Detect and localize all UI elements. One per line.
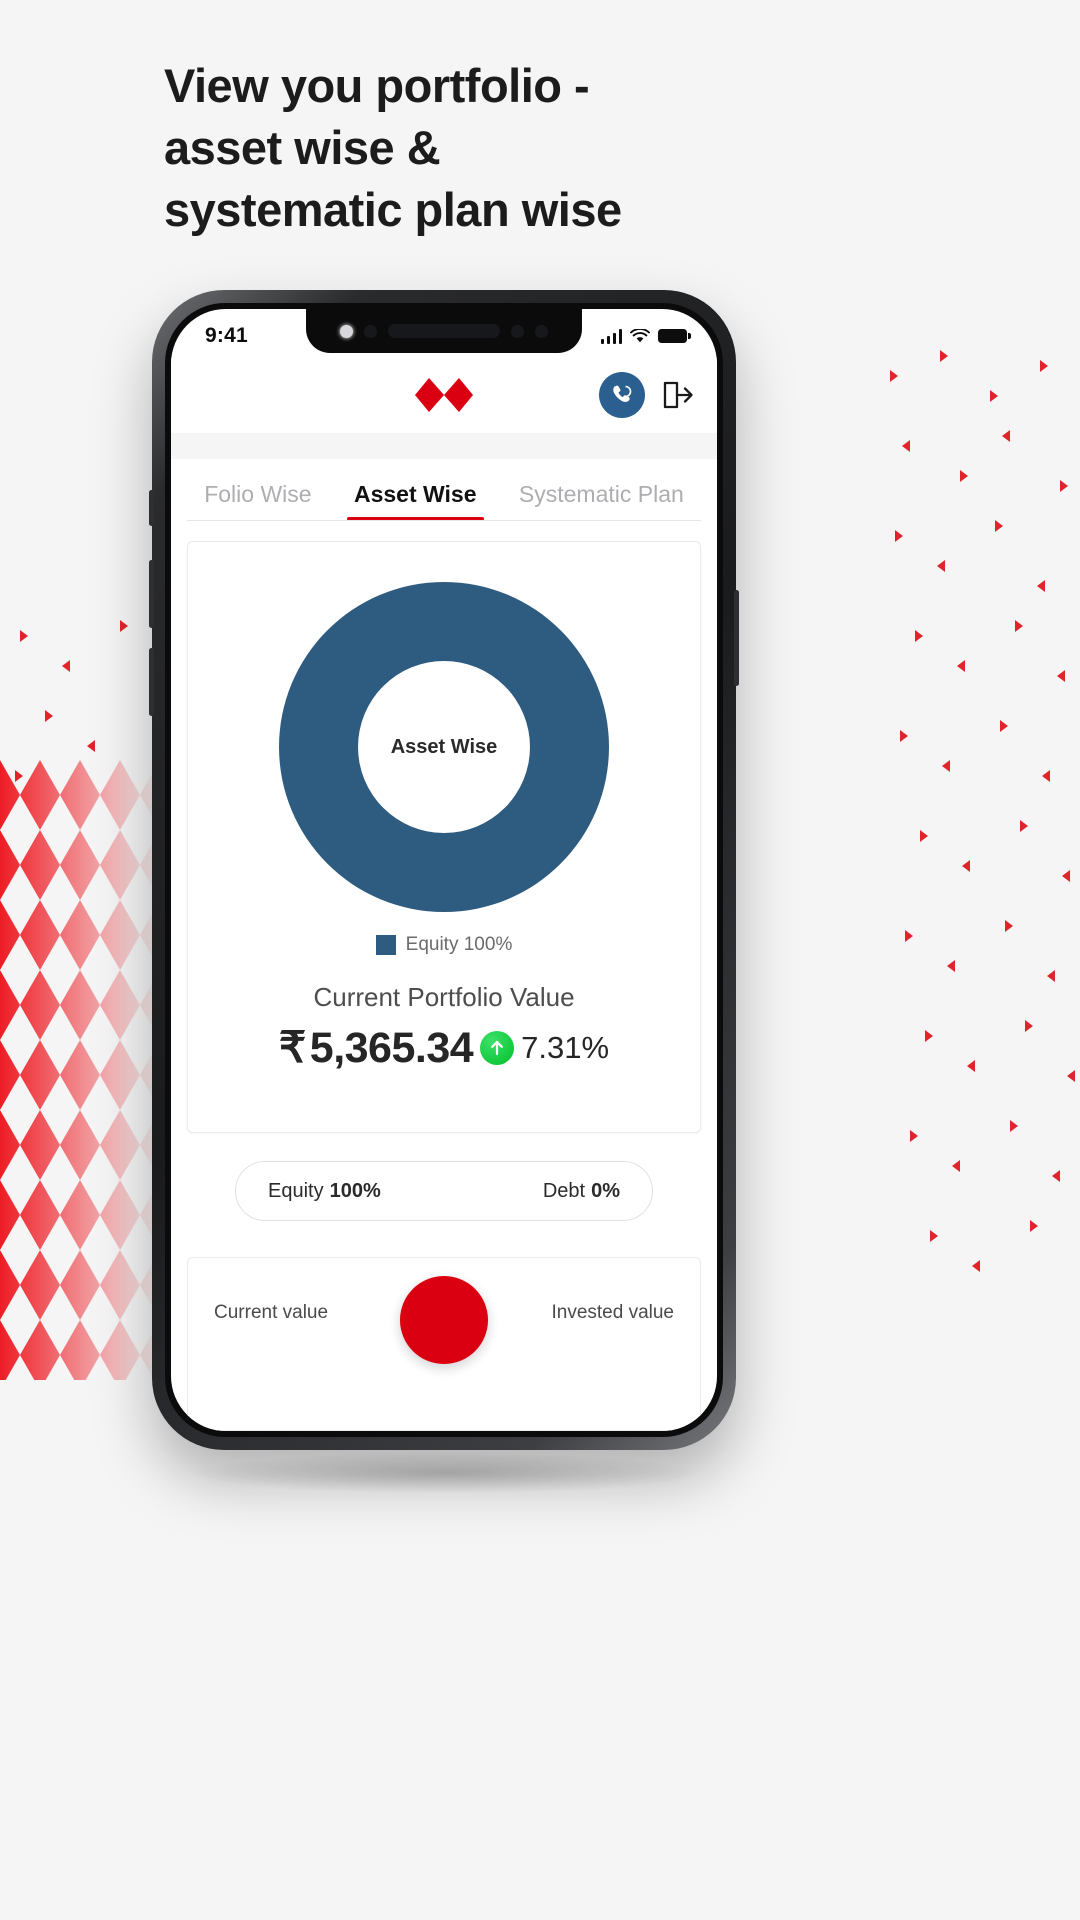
decorative-triangle-pattern-left	[0, 760, 160, 1380]
donut-center: Asset Wise	[358, 661, 530, 833]
tab-systematic-plan[interactable]: Systematic Plan	[498, 481, 705, 521]
legend-label-equity: Equity 100%	[405, 934, 513, 955]
notch-sensor-dot-2	[511, 324, 524, 338]
phone-drop-shadow	[190, 1452, 700, 1494]
headline-line-1: View you portfolio -	[164, 59, 590, 112]
portfolio-value-amount: 5,365.34	[309, 1023, 474, 1072]
headline-line-2: asset wise &	[164, 121, 441, 174]
floating-action-button[interactable]	[400, 1276, 488, 1364]
phone-bezel: 9:41 Folio Wise Asset Wise Systematic Pl…	[165, 303, 723, 1437]
page-headline: View you portfolio - asset wise & system…	[164, 55, 904, 241]
tabs-underline	[187, 520, 701, 521]
phone-notch	[306, 309, 582, 353]
allocation-equity: Equity 100%	[268, 1180, 381, 1203]
phone-power-button	[734, 590, 739, 686]
app-header	[171, 357, 717, 433]
asset-wise-chart-card: Asset Wise Equity 100% Current Portfolio…	[187, 541, 701, 1133]
current-value-label: Current value	[214, 1302, 329, 1323]
cellular-signal-icon	[600, 328, 622, 344]
allocation-debt-value: 0%	[591, 1179, 620, 1202]
portfolio-view-tabs: Folio Wise Asset Wise Systematic Plan	[171, 459, 717, 521]
notch-sensor-dot	[340, 324, 353, 338]
phone-mute-switch	[149, 490, 154, 526]
legend-swatch-equity	[375, 935, 396, 955]
decorative-arrow-dots-right	[890, 350, 1075, 1272]
allocation-equity-value: 100%	[329, 1179, 381, 1202]
headline-line-3: systematic plan wise	[164, 183, 622, 236]
allocation-debt: Debt 0%	[543, 1180, 620, 1203]
header-actions	[599, 372, 695, 418]
notch-camera-dot	[364, 324, 377, 338]
hsbc-hexagon-logo	[415, 378, 473, 412]
arrow-up-circle-icon	[480, 1031, 515, 1065]
wifi-icon	[630, 328, 650, 342]
phone-volume-down-button	[149, 648, 154, 716]
invested-value-label: Invested value	[551, 1302, 674, 1323]
donut-center-label: Asset Wise	[390, 735, 498, 758]
allocation-equity-label: Equity	[268, 1179, 324, 1202]
current-portfolio-value-row: ₹ 5,365.34 7.31%	[188, 1023, 700, 1073]
status-bar-icons	[600, 328, 691, 344]
decorative-arrow-dots-left	[15, 620, 128, 782]
tab-asset-wise[interactable]: Asset Wise	[333, 481, 498, 521]
battery-full-icon	[658, 329, 691, 343]
notch-sensor-dot-3	[535, 324, 548, 338]
notch-speaker	[388, 324, 500, 338]
allocation-debt-label: Debt	[542, 1179, 586, 1202]
status-bar-time: 9:41	[205, 324, 248, 347]
allocation-summary-pill[interactable]: Equity 100% Debt 0%	[235, 1161, 653, 1221]
portfolio-change-percent: 7.31%	[521, 1030, 610, 1065]
phone-mockup: 9:41 Folio Wise Asset Wise Systematic Pl…	[149, 290, 739, 1450]
value-comparison-card: Current value Invested value	[187, 1257, 701, 1431]
current-portfolio-value-label: Current Portfolio Value	[313, 982, 575, 1012]
phone-screen: 9:41 Folio Wise Asset Wise Systematic Pl…	[171, 309, 717, 1431]
donut-ring-equity: Asset Wise	[279, 582, 609, 912]
asset-allocation-donut-chart[interactable]: Asset Wise	[279, 582, 609, 912]
tab-folio-wise[interactable]: Folio Wise	[183, 481, 333, 521]
page-root: View you portfolio - asset wise & system…	[0, 0, 1080, 1920]
chart-legend: Equity 100%	[188, 934, 700, 956]
logout-icon[interactable]	[661, 378, 695, 412]
currency-symbol: ₹	[278, 1024, 306, 1072]
phone-volume-up-button	[149, 560, 154, 628]
header-divider	[171, 433, 717, 459]
phone-support-icon[interactable]	[599, 372, 645, 418]
